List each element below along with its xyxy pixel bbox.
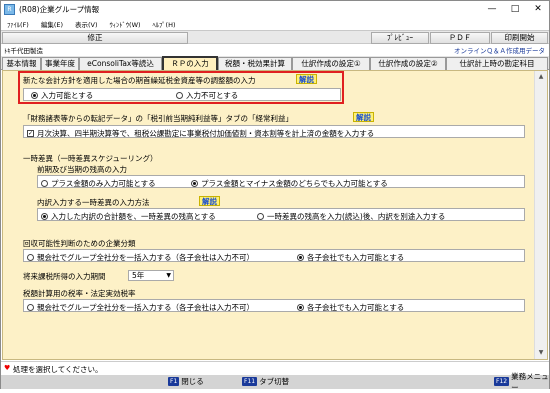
menu-view[interactable]: 表示(V) — [69, 19, 104, 29]
sec3-sub1-radio-b[interactable]: プラス金額とマイナス金額のどちらでも入力可能とする — [191, 178, 388, 189]
checkbox-checked-icon: ✓ — [27, 130, 34, 137]
sec3-sub1-title: 前期及び当期の残高の入力 — [37, 165, 127, 174]
menu-bar: ﾌｧｲﾙ(F) 編集(E) 表示(V) ｳｨﾝﾄﾞｳ(W) ﾍﾙﾌﾟ(H) — [1, 17, 549, 30]
sec6-title: 税額計算用の税率・法定実効税率 — [23, 289, 136, 298]
menu-window[interactable]: ｳｨﾝﾄﾞｳ(W) — [104, 19, 147, 29]
sec2-title: 「財務諸表等からの転記データ」の「税引前当期純利益等」タブの「経常利益」 — [23, 114, 293, 123]
sec2-checkbox-label: 月次決算、四半期決算等で、租税公課勘定に事業税付加価値割・資本割等を計上済の金額… — [37, 129, 375, 138]
function-key-bar: F1 閉じる F11 タブ切替 F12 業務メニュー — [1, 372, 549, 392]
radio-empty-icon — [27, 304, 34, 311]
radio-selected-icon — [191, 180, 198, 187]
close-icon[interactable]: ✕ — [527, 1, 549, 17]
sec3-sub2-title: 内訳入力する一時差異の入力方法 — [37, 198, 150, 207]
business-menu-label: 業務メニュー — [511, 371, 549, 392]
business-menu-function-key[interactable]: F12 業務メニュー — [494, 372, 549, 392]
sec5-select-value: 5年 — [132, 271, 145, 280]
radio-selected-icon — [297, 254, 304, 261]
radio-empty-icon — [27, 254, 34, 261]
sec1-radio-yes[interactable]: 入力可能とする — [31, 90, 93, 101]
app-window: R (R08)企業グループ情報 — □ ✕ ﾌｧｲﾙ(F) 編集(E) 表示(V… — [0, 0, 550, 392]
minimize-icon[interactable]: — — [481, 1, 503, 17]
sec4-title: 回収可能性判断のための企業分類 — [23, 239, 136, 248]
status-bar: ♥ 処理を選択してください。 — [1, 361, 549, 374]
pdf-button[interactable]: ＰＤＦ — [430, 32, 490, 44]
sec1-radio-no-label: 入力不可とする — [186, 91, 239, 100]
sec3-sub1-radio-a-label: プラス金額のみ入力可能とする — [51, 179, 156, 188]
sec4-radio-a-label: 親会社でグループ全社分を一括入力する（各子会社は入力不可） — [37, 253, 255, 262]
qa-data-label: オンラインＱ＆Ａ作成用データ — [454, 47, 545, 55]
sec6-radio-b[interactable]: 各子会社でも入力可能とする — [297, 302, 404, 313]
chevron-down-icon: ▼ — [166, 272, 171, 279]
sec4-radio-a[interactable]: 親会社でグループ全社分を一括入力する（各子会社は入力不可） — [27, 252, 254, 263]
print-button[interactable]: 印刷開始 — [491, 32, 548, 44]
tab-bar: 基本情報 事業年度 eConsoliTax等読込 ＲＰの入力 税額・税効果計算 … — [1, 56, 549, 71]
close-function-key[interactable]: F1 閉じる — [168, 376, 204, 387]
sec3-sub1-radio-b-label: プラス金額とマイナス金額のどちらでも入力可能とする — [201, 179, 388, 188]
tab-switch-function-key[interactable]: F11 タブ切替 — [242, 376, 289, 387]
scroll-up-icon[interactable]: ▲ — [535, 71, 547, 83]
tab-switch-label: タブ切替 — [259, 377, 290, 386]
app-icon: R — [4, 3, 15, 15]
fix-button[interactable]: 修正 — [2, 32, 188, 44]
info-bar: ﾄｷ千代田製造 オンラインＱ＆Ａ作成用データ — [1, 44, 549, 56]
tab-econsolitax[interactable]: eConsoliTax等読込 — [79, 57, 162, 70]
tab-journal-settings-1[interactable]: 仕訳作成の設定① — [292, 57, 370, 70]
tab-tax-calc[interactable]: 税額・税効果計算 — [218, 57, 292, 70]
close-label: 閉じる — [181, 377, 204, 386]
sec1-radio-yes-label: 入力可能とする — [41, 91, 94, 100]
f1-key-badge: F1 — [168, 377, 180, 386]
tab-journal-settings-2[interactable]: 仕訳作成の設定② — [370, 57, 446, 70]
sec6-radio-b-label: 各子会社でも入力可能とする — [307, 303, 405, 312]
status-message: 処理を選択してください。 — [13, 365, 103, 374]
radio-empty-icon — [41, 180, 48, 187]
sec3-sub2-radio-a-label: 入力した内訳の合計額を、一時差異の残高とする — [51, 212, 216, 221]
sec6-radio-a[interactable]: 親会社でグループ全社分を一括入力する（各子会社は入力不可） — [27, 302, 254, 313]
sec1-title: 新たな会計方針を適用した場合の期首繰延税金資産等の調整額の入力 — [23, 76, 256, 85]
tab-fiscal-year[interactable]: 事業年度 — [41, 57, 79, 70]
title-bar: R (R08)企業グループ情報 — □ ✕ — [1, 1, 549, 17]
menu-help[interactable]: ﾍﾙﾌﾟ(H) — [147, 19, 182, 29]
sec5-period-select[interactable]: 5年 ▼ — [128, 270, 174, 281]
maximize-icon[interactable]: □ — [504, 1, 526, 17]
radio-selected-icon — [41, 213, 48, 220]
sec4-radio-b-label: 各子会社でも入力可能とする — [307, 253, 405, 262]
radio-empty-icon — [176, 92, 183, 99]
sec1-radio-no[interactable]: 入力不可とする — [176, 90, 238, 101]
window-title: (R08)企業グループ情報 — [19, 4, 100, 14]
menu-file[interactable]: ﾌｧｲﾙ(F) — [1, 19, 35, 29]
tab-basic-info[interactable]: 基本情報 — [2, 57, 41, 70]
sec5-label: 将来課税所得の入力期間 — [23, 272, 106, 281]
radio-selected-icon — [31, 92, 38, 99]
f12-key-badge: F12 — [494, 377, 510, 386]
sec3-title: 一時差異（一時差異スケジューリング） — [23, 154, 158, 163]
sec3-sub2-radio-b[interactable]: 一時差異の残高を入力(読込)後、内訳を別途入力する — [257, 211, 445, 222]
sec2-help-button[interactable]: 解説 — [353, 112, 374, 122]
sec3-sub1-radio-a[interactable]: プラス金額のみ入力可能とする — [41, 178, 156, 189]
toolbar: 修正 ﾌﾟﾚﾋﾞｭｰ ＰＤＦ 印刷開始 — [1, 30, 549, 44]
sec6-radio-a-label: 親会社でグループ全社分を一括入力する（各子会社は入力不可） — [37, 303, 255, 312]
vertical-scrollbar[interactable]: ▲ ▼ — [534, 71, 547, 359]
scroll-down-icon[interactable]: ▼ — [535, 347, 547, 359]
radio-selected-icon — [297, 304, 304, 311]
sec1-help-button[interactable]: 解説 — [296, 74, 317, 84]
tab-journal-accounts[interactable]: 仕訳計上時の勘定科目 — [446, 57, 548, 70]
tab-rp-input[interactable]: ＲＰの入力 — [162, 56, 218, 71]
company-name: ﾄｷ千代田製造 — [4, 47, 43, 55]
radio-empty-icon — [257, 213, 264, 220]
sec3-help-button[interactable]: 解説 — [199, 196, 220, 206]
sec3-sub2-radio-a[interactable]: 入力した内訳の合計額を、一時差異の残高とする — [41, 211, 216, 222]
sec2-checkbox[interactable]: ✓ 月次決算、四半期決算等で、租税公課勘定に事業税付加価値割・資本割等を計上済の金… — [27, 128, 374, 139]
f11-key-badge: F11 — [242, 377, 258, 386]
preview-button[interactable]: ﾌﾟﾚﾋﾞｭｰ — [371, 32, 429, 44]
menu-edit[interactable]: 編集(E) — [35, 19, 69, 29]
heart-icon: ♥ — [4, 364, 11, 372]
sec4-radio-b[interactable]: 各子会社でも入力可能とする — [297, 252, 404, 263]
sec3-sub2-radio-b-label: 一時差異の残高を入力(読込)後、内訳を別途入力する — [267, 212, 446, 221]
